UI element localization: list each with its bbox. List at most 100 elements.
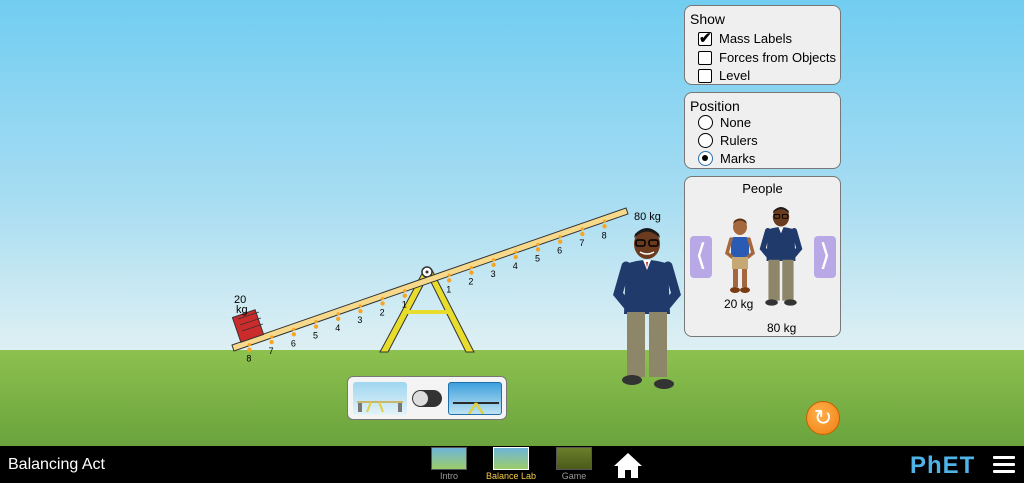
radio-icon[interactable]	[698, 151, 713, 166]
man-panel-mass-label: 80 kg	[767, 321, 797, 335]
plank[interactable]	[231, 207, 629, 352]
screen-balance-lab-button[interactable]: Balance Lab	[486, 446, 536, 483]
position-mark-label: 3	[491, 269, 496, 279]
position-marks-radio[interactable]: Marks	[698, 151, 755, 166]
play-area: 8765432112345678 20 kg 80 kg Show M	[0, 0, 1024, 446]
mark-dot	[403, 289, 407, 293]
checkbox-label: Mass Labels	[719, 31, 792, 46]
position-mark-label: 1	[402, 300, 407, 310]
level-checkbox[interactable]: Level	[698, 68, 750, 83]
boy-mass-label: 20 kg	[724, 297, 754, 311]
mark-dot	[580, 227, 584, 231]
mark-dot	[381, 296, 385, 301]
mark-dot	[380, 301, 385, 306]
mark-dot	[336, 316, 341, 322]
screen-intro-button[interactable]: Intro	[425, 446, 473, 483]
mark-dot	[269, 339, 274, 345]
hamburger-menu-icon[interactable]	[993, 456, 1015, 474]
phet-logo: PhET	[910, 452, 976, 479]
radio-label: None	[720, 115, 752, 130]
supports-on-icon[interactable]	[353, 382, 407, 415]
seesaw-support-toggle[interactable]	[347, 376, 507, 420]
people-panel-title: People	[742, 181, 783, 196]
position-mark-label: 6	[557, 246, 562, 256]
supports-off-icon[interactable]	[448, 382, 502, 415]
mark-dot	[291, 332, 297, 337]
mark-dot	[602, 224, 607, 229]
checkbox-label: Level	[719, 68, 751, 83]
previous-arrow-button[interactable]: ⟨	[690, 236, 712, 278]
show-panel: Show Mass Labels Forces from Objects Lev…	[684, 5, 841, 85]
mark-dot	[536, 242, 540, 247]
radio-icon[interactable]	[698, 115, 713, 130]
screen-label: Balance Lab	[485, 471, 537, 481]
position-panel-title: Position	[690, 98, 740, 114]
show-panel-title: Show	[690, 11, 726, 27]
toggle-switch[interactable]	[412, 390, 442, 407]
mark-dot	[314, 319, 318, 324]
checkbox-label: Forces from Objects	[719, 50, 837, 65]
position-mark-label: 4	[335, 323, 340, 333]
mark-dot	[247, 343, 252, 347]
position-mark-label: 2	[468, 277, 473, 287]
position-mark-label: 7	[269, 346, 274, 356]
home-icon[interactable]	[612, 451, 644, 479]
position-mark-label: 2	[380, 307, 385, 317]
position-mark-label: 3	[357, 315, 362, 325]
boy-figure[interactable]	[725, 217, 755, 295]
position-mark-label: 5	[313, 331, 318, 341]
mark-dot	[313, 324, 319, 329]
brick-mass-label-bottom: kg	[236, 304, 248, 316]
seesaw: 8765432112345678 20 kg	[231, 207, 629, 364]
checkbox-icon[interactable]	[698, 68, 712, 83]
man-icon[interactable]	[759, 195, 803, 317]
game-screen-icon	[556, 447, 592, 470]
mark-dot	[402, 293, 408, 298]
position-marks: 8 7 6 5 4 3 2 1 1 2 3 4 5 6 7 8	[246, 219, 607, 364]
mark-dot	[447, 273, 451, 277]
position-mark-label: 4	[513, 261, 518, 271]
screen-game-button[interactable]: Game	[550, 446, 598, 483]
screen-label: Game	[561, 471, 587, 481]
position-mark-label: 5	[535, 253, 540, 263]
radio-icon[interactable]	[698, 133, 713, 148]
mark-dot	[336, 312, 340, 316]
checkbox-icon[interactable]	[698, 50, 712, 65]
man-figure[interactable]	[612, 222, 682, 390]
mark-dot	[469, 265, 473, 270]
mark-dot	[491, 262, 496, 268]
mark-dot	[247, 347, 252, 352]
mark-dot	[602, 219, 607, 223]
mark-dot	[535, 247, 541, 252]
mark-dot	[513, 254, 518, 260]
radio-label: Marks	[720, 151, 756, 166]
mark-dot	[580, 231, 585, 237]
next-arrow-button[interactable]: ⟩	[814, 236, 836, 278]
position-mark-label: 6	[291, 338, 296, 348]
man-mass-label: 80 kg	[634, 211, 661, 223]
forces-from-objects-checkbox[interactable]: Forces from Objects	[698, 50, 836, 65]
mark-dot	[558, 235, 562, 239]
mark-dot	[469, 270, 474, 275]
mark-dot	[514, 250, 518, 254]
mass-labels-checkbox[interactable]: Mass Labels	[698, 29, 792, 47]
balance-lab-screen-icon	[493, 447, 529, 470]
position-none-radio[interactable]: None	[698, 115, 751, 130]
mark-dot	[446, 278, 452, 283]
radio-label: Rulers	[720, 133, 758, 148]
navigation-bar: Balancing Act Intro Balance Lab Game PhE…	[0, 446, 1024, 483]
position-mark-label: 8	[602, 230, 607, 240]
position-panel: Position None Rulers Marks	[684, 92, 841, 169]
mark-dot	[270, 335, 274, 339]
mark-dot	[358, 304, 363, 308]
people-panel: People ⟨ ⟩ 20 kg 80 kg	[684, 176, 841, 337]
screen-label: Intro	[439, 471, 458, 481]
intro-screen-icon	[431, 447, 467, 470]
sim-title: Balancing Act	[8, 456, 105, 473]
checkbox-icon[interactable]	[698, 29, 712, 47]
mark-dot	[358, 308, 363, 314]
position-rulers-radio[interactable]: Rulers	[698, 133, 758, 148]
reset-all-button[interactable]: ↻	[806, 401, 840, 435]
position-mark-label: 8	[246, 354, 251, 364]
mark-dot	[292, 327, 296, 331]
